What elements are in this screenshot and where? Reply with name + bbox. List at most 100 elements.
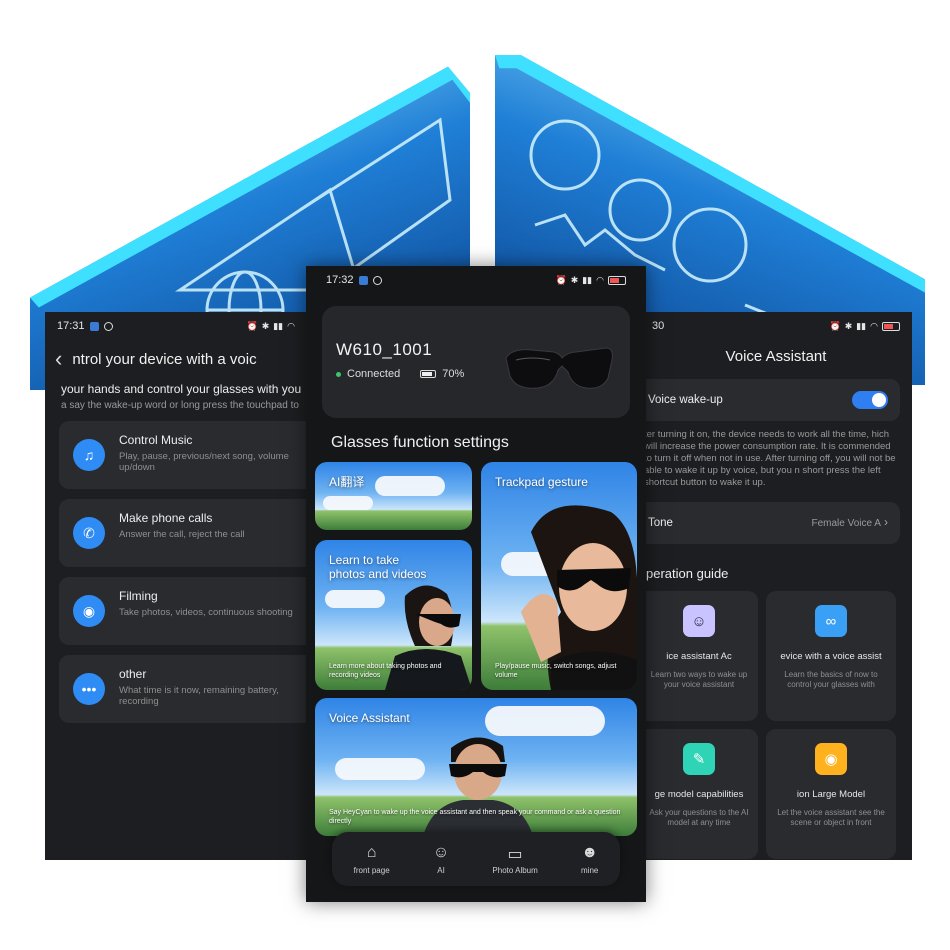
tile-label: Trackpad gesture [495,475,588,489]
smart-glasses-image [505,347,613,389]
status-bar: 17:32 ⏰ ✱ ▮▮ ◠ [306,266,646,294]
bluetooth-icon: ✱ [844,320,853,331]
voice-assistant-tile[interactable]: Voice Assistant Say HeyCyan to wake up t… [315,698,637,836]
alarm-icon: ⏰ [829,320,841,331]
glasses-icon: ∞ [815,605,847,638]
voice-wakeup-toggle[interactable] [852,391,888,409]
intro-text: your hands and control your glasses with… [61,382,302,396]
guide-card-model[interactable]: ✎ ge model capabilities Ask your questio… [640,729,758,860]
tile-subtitle: Say HeyCyan to wake up the voice assista… [329,809,621,825]
tile-subtitle: Play/pause music, switch songs, adjust v… [495,663,617,679]
status-bar: 30 ⏰ ✱ ▮▮ ◠ [640,312,912,340]
battery-icon [882,321,900,331]
camera-icon: ◉ [73,595,105,627]
note-icon: ✎ [683,743,715,776]
guide-desc: Learn the basics of now to control your … [784,670,878,690]
card-title: Control Music [119,433,193,447]
guide-desc: Let the voice assistant see the scene or… [777,808,885,828]
guide-card-vision[interactable]: ◉ ion Large Model Let the voice assistan… [766,729,896,860]
bluetooth-icon: ✱ [261,320,270,331]
tab-photo-album[interactable]: ▭ Photo Album [492,844,537,875]
tone-label: Tone [648,517,673,530]
phone-calls-card[interactable]: ✆ Make phone calls Answer the call, reje… [59,499,307,567]
card-desc: Take photos, videos, continuous shooting [119,607,293,618]
robot-icon: ☺ [683,605,715,638]
tab-label: Photo Album [492,865,538,875]
voice-wakeup-row: Voice wake-up [640,379,900,421]
guide-title: ge model capabilities [654,789,744,801]
operation-guide-grid: ☺ ice assistant Ac Learn two ways to wak… [640,591,912,860]
tile-label: Learn to take photos and videos [329,553,427,581]
tile-label: AI翻译 [329,475,365,489]
alarm-icon: ⏰ [555,274,567,285]
tone-row[interactable]: Tone Female Voice A › [640,502,900,545]
guide-desc: Ask your questions to the AI model at an… [649,808,749,828]
intro-hint: a say the wake-up word or long press the… [61,400,299,411]
tab-label: mine [581,865,599,875]
tab-label: front page [353,865,390,875]
page-title: Voice Assistant [725,348,827,365]
tab-mine[interactable]: ☻ mine [581,844,598,875]
app-notification-icon [89,321,99,331]
device-status: Connected 70% [336,368,464,380]
app-notification-icon [358,275,368,285]
cloud [375,476,445,496]
signal-icon: ▮▮ [582,274,593,285]
connected-dot-icon [336,371,341,377]
tone-value: Female Voice A [811,518,881,530]
battery-icon [608,275,626,285]
chevron-right-icon: › [884,517,888,530]
battery-icon [420,370,437,378]
home-icon: ⌂ [366,843,377,861]
voice-control-screen: 17:31 ⏰ ✱ ▮▮ ◠ ‹ ntrol your device with a v… [45,312,307,860]
card-title: Make phone calls [119,511,213,525]
signal-icon: ▮▮ [273,320,284,331]
card-title: other [119,667,147,681]
user-icon: ☻ [581,843,599,861]
music-icon: ♫ [73,439,105,471]
status-time: 30 [652,320,665,332]
filming-card[interactable]: ◉ Filming Take photos, videos, continuou… [59,577,307,645]
wifi-icon: ◠ [596,274,604,285]
back-icon[interactable]: ‹ [55,346,62,372]
bottom-tab-bar: ⌂ front page ☺ AI ▭ Photo Album ☻ mine [332,832,620,886]
other-card[interactable]: ••• other What time is it now, remaining… [59,655,307,723]
voice-wakeup-label: Voice wake-up [648,394,723,406]
woman-with-glasses-image [521,505,637,690]
device-card[interactable]: W610_1001 Connected 70% [322,306,630,418]
guide-desc: Learn two ways to wake up your voice ass… [650,670,748,690]
image-icon: ▭ [507,845,523,863]
tile-subtitle: Learn more about taking photos and recor… [329,663,442,679]
eye-icon: ◉ [815,743,847,776]
trackpad-gesture-tile[interactable]: Trackpad gesture Play/pause music, switc… [481,462,637,690]
robot-icon: ☺ [432,843,450,861]
guide-card-basics[interactable]: ∞ evice with a voice assist Learn the ba… [766,591,896,722]
control-music-card[interactable]: ♫ Control Music Play, pause, previous/ne… [59,421,307,489]
tab-ai[interactable]: ☺ AI [433,844,449,875]
connection-status: Connected [347,368,401,380]
card-title: Filming [119,589,158,603]
tab-front-page[interactable]: ⌂ front page [354,844,390,875]
battery-level: 70% [442,368,465,380]
section-title: Glasses function settings [331,434,509,451]
card-desc: What time is it now, remaining battery, … [119,685,279,708]
sync-icon [372,275,382,285]
status-time: 17:32 [326,274,354,286]
status-time: 17:31 [57,320,85,332]
card-desc: Answer the call, reject the call [119,529,245,540]
page-title: ntrol your device with a voic [72,350,257,368]
more-icon: ••• [73,673,105,705]
cloud [323,496,373,510]
wifi-icon: ◠ [870,320,878,331]
guide-title: ion Large Model [796,789,866,801]
bluetooth-icon: ✱ [570,274,579,285]
guide-card-wake[interactable]: ☺ ice assistant Ac Learn two ways to wak… [640,591,758,722]
page-header: ‹ ntrol your device with a voic [45,340,307,378]
cloud [335,758,425,780]
ai-translate-tile[interactable]: AI翻译 [315,462,472,530]
card-desc: Play, pause, previous/next song, volume … [119,451,289,474]
learn-photos-tile[interactable]: Learn to take photos and videos Learn mo… [315,540,472,690]
wakeup-note: ter turning it on, the device needs to w… [644,429,896,488]
voice-assistant-screen: 30 ⏰ ✱ ▮▮ ◠ Voice Assistant Voice wake-up t… [640,312,912,860]
phone-icon: ✆ [73,517,105,549]
